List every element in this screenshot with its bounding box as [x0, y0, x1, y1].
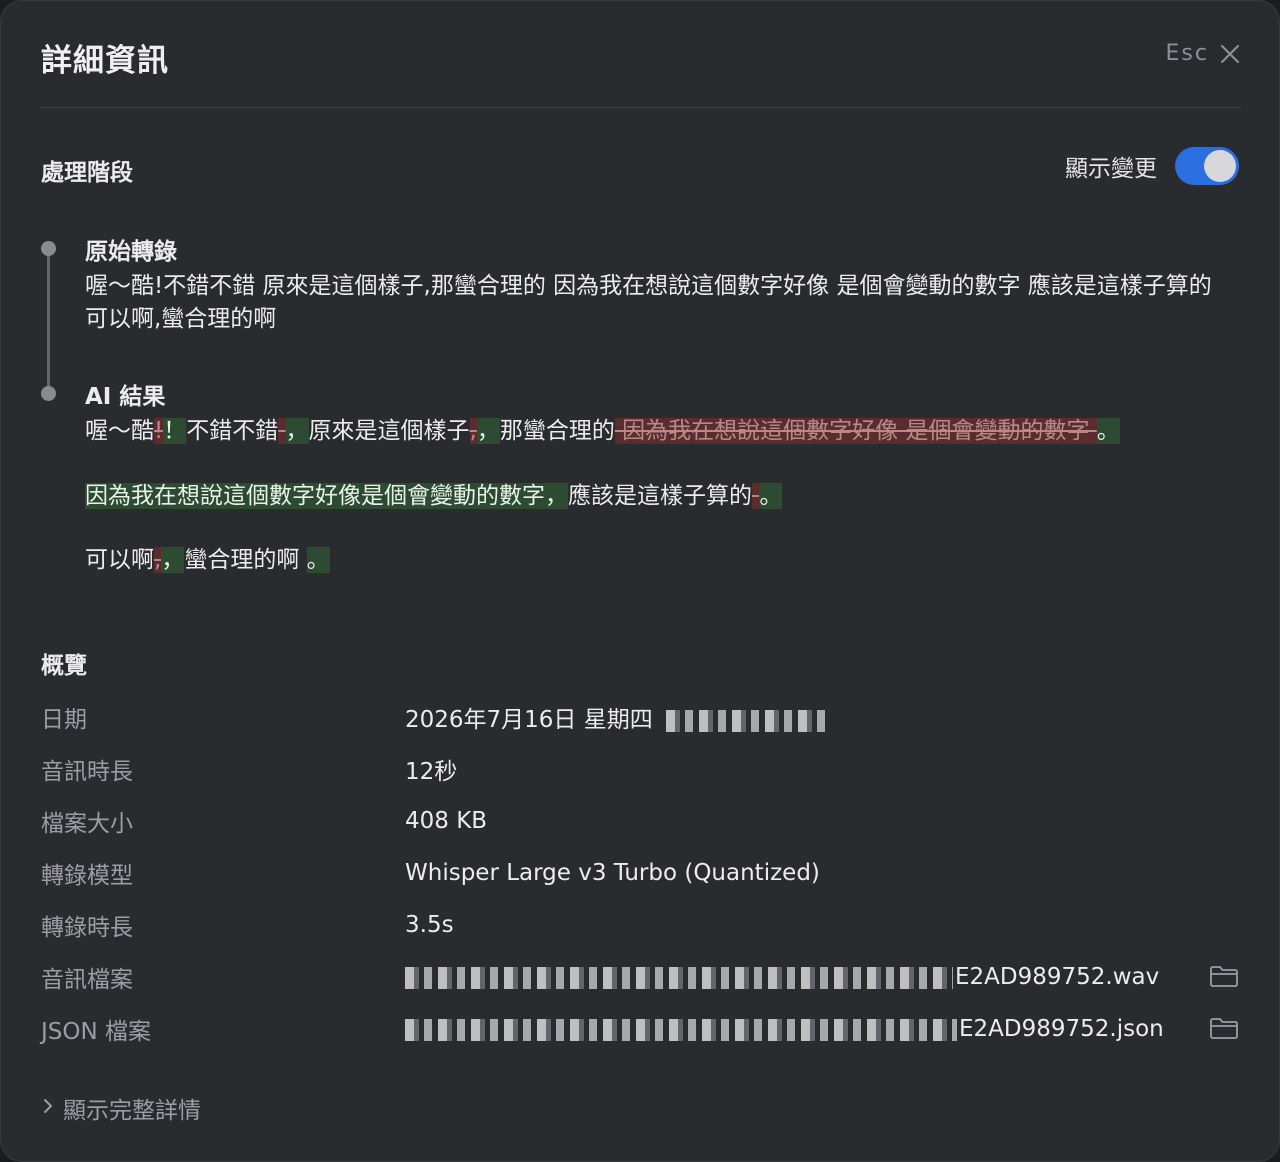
header-divider	[41, 107, 1241, 108]
row-label: 轉錄時長	[41, 915, 133, 941]
audio-file-name: E2AD989752.wav	[955, 964, 1160, 990]
overview-row-transcribe-time: 轉錄時長 3.5s	[41, 899, 1241, 951]
diff-unchanged: 蠻合理的啊	[184, 547, 300, 573]
redacted-time	[666, 709, 827, 732]
overview-row-date: 日期 2026年7月16日 星期四	[41, 691, 1241, 743]
diff-delete: ,	[469, 418, 477, 444]
ai-result-line-3: 可以啊,，蠻合理的啊 。	[85, 543, 330, 577]
original-transcript-title: 原始轉錄	[85, 239, 177, 265]
close-icon[interactable]	[1219, 43, 1241, 65]
overview-table: 日期 2026年7月16日 星期四 音訊時長 12秒 檔案大小 408 KB 轉…	[41, 691, 1241, 1055]
row-label: 音訊檔案	[41, 967, 133, 993]
diff-insert: ，	[285, 418, 309, 444]
dialog-title: 詳細資訊	[41, 43, 169, 79]
diff-delete	[278, 418, 286, 444]
diff-insert: ，	[476, 418, 500, 444]
original-transcript-text: 喔～酷!不錯不錯 原來是這個樣子,那蠻合理的 因為我在想說這個數字好像 是個會變…	[85, 273, 1212, 332]
row-value: 408 KB	[405, 808, 488, 834]
row-value: 2026年7月16日 星期四	[405, 700, 828, 734]
diff-delete: !	[154, 418, 164, 444]
diff-unchanged: 不錯不錯	[186, 418, 279, 444]
overview-row-json-file: JSON 檔案 E2AD989752.json	[41, 1003, 1241, 1055]
details-dialog: 詳細資訊 Esc 處理階段 顯示變更 原始轉錄 喔～酷!不錯不錯 原來是這個樣子…	[0, 0, 1280, 1162]
diff-unchanged: 可以啊	[85, 547, 154, 573]
timeline-dot-ai	[41, 386, 56, 401]
diff-unchanged	[299, 547, 306, 573]
row-label: 轉錄模型	[41, 863, 133, 889]
folder-icon[interactable]	[1209, 964, 1239, 992]
overview-row-audio-duration: 音訊時長 12秒	[41, 743, 1241, 795]
toggle-knob	[1204, 150, 1236, 182]
overview-section-title: 概覽	[41, 653, 87, 679]
overview-row-audio-file: 音訊檔案 E2AD989752.wav	[41, 951, 1241, 1003]
show-full-details-link[interactable]: 顯示完整詳情	[41, 1091, 201, 1125]
esc-label: Esc	[1165, 41, 1209, 66]
timeline-line	[47, 249, 50, 395]
row-label: 音訊時長	[41, 759, 133, 785]
diff-unchanged: 那蠻合理的	[499, 418, 615, 444]
row-label: 檔案大小	[41, 811, 133, 837]
diff-insert: 。	[306, 547, 330, 573]
overview-row-file-size: 檔案大小 408 KB	[41, 795, 1241, 847]
show-full-details-label: 顯示完整詳情	[63, 1098, 201, 1124]
redacted-path	[405, 1018, 957, 1041]
row-value: 12秒	[405, 759, 458, 785]
json-file-name: E2AD989752.json	[959, 1016, 1164, 1042]
ai-result-line-1: 喔～酷!！不錯不錯 ，原來是這個樣子,，那蠻合理的 因為我在想說這個數字好像 是…	[85, 414, 1120, 448]
diff-insert: 因為我在想說這個數字好像是個會變動的數字，	[85, 483, 568, 509]
ai-result-title: AI 結果	[85, 384, 166, 410]
folder-icon[interactable]	[1209, 1016, 1239, 1044]
diff-unchanged: 喔～酷	[85, 418, 154, 444]
row-value: Whisper Large v3 Turbo (Quantized)	[405, 860, 820, 886]
diff-unchanged: 應該是這樣子算的	[568, 483, 752, 509]
close-button[interactable]: Esc	[1166, 41, 1241, 66]
chevron-right-icon	[41, 1095, 55, 1121]
stages-section-title: 處理階段	[41, 160, 133, 186]
diff-unchanged: 原來是這個樣子	[308, 418, 470, 444]
show-changes-toggle[interactable]	[1175, 147, 1239, 185]
diff-insert: ！	[163, 418, 187, 444]
overview-row-model: 轉錄模型 Whisper Large v3 Turbo (Quantized)	[41, 847, 1241, 899]
row-label: 日期	[41, 707, 87, 733]
redacted-path	[405, 966, 953, 989]
diff-insert: 。	[1096, 418, 1120, 444]
timeline-dot-original	[41, 241, 56, 256]
row-label: JSON 檔案	[41, 1019, 152, 1045]
ai-result-line-2: 因為我在想說這個數字好像是個會變動的數字，應該是這樣子算的 。	[85, 479, 783, 513]
show-changes-label: 顯示變更	[1065, 156, 1157, 182]
diff-delete: 因為我在想說這個數字好像 是個會變動的數字	[614, 418, 1097, 444]
diff-insert: ，	[161, 547, 185, 573]
diff-insert: 。	[759, 483, 783, 509]
dialog-header: 詳細資訊 Esc	[41, 31, 1241, 81]
row-value: 3.5s	[405, 912, 454, 938]
show-changes-control: 顯示變更	[1065, 147, 1239, 185]
row-value[interactable]: E2AD989752.json	[405, 1016, 1164, 1042]
date-value: 2026年7月16日 星期四	[405, 707, 653, 733]
row-value[interactable]: E2AD989752.wav	[405, 964, 1159, 990]
